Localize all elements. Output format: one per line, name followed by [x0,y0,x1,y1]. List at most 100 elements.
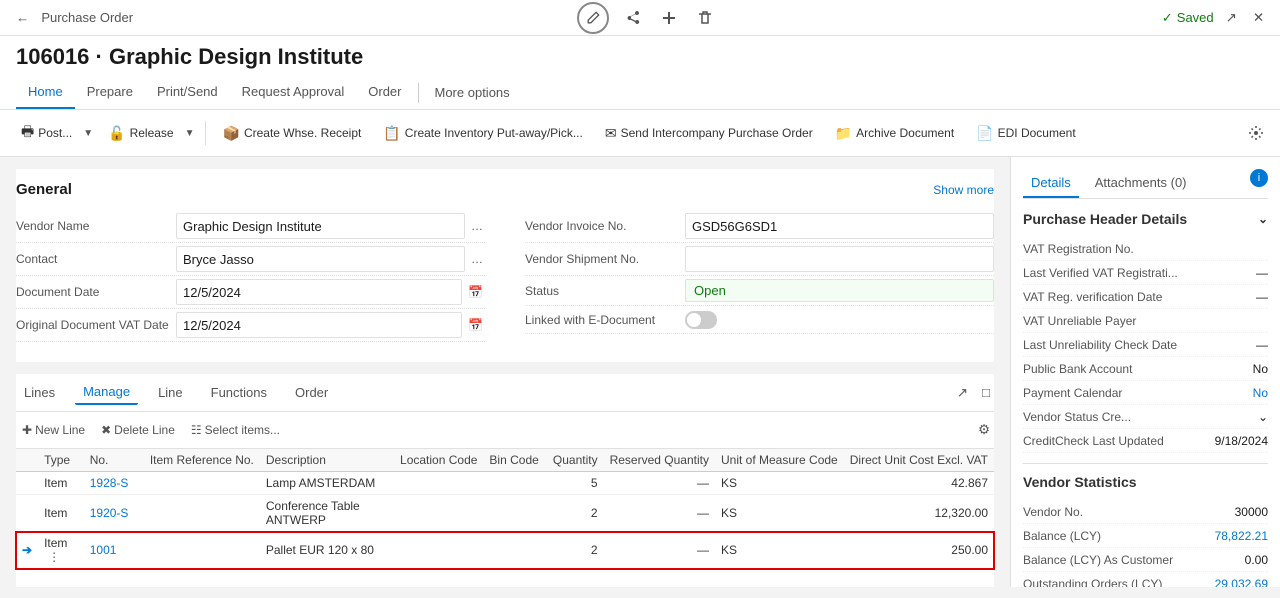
sidebar-value-6[interactable]: No [1253,386,1268,400]
row2-no[interactable]: 1920-S [84,495,144,532]
row3-reserved[interactable]: — [604,532,715,569]
row1-unitcost[interactable]: 42.867 [844,472,994,495]
edi-document-button[interactable]: 📄 EDI Document [967,120,1084,147]
original-doc-date-input[interactable] [176,312,462,338]
select-items-button[interactable]: ☷ Select items... [185,420,286,440]
row2-reserved[interactable]: — [604,495,715,532]
document-date-cal[interactable]: 📅 [466,283,485,301]
table-row: Item 1928-S Lamp AMSTERDAM 5 — KS 42.867 [16,472,994,495]
row1-qty[interactable]: 5 [545,472,604,495]
row3-unitcost[interactable]: 250.00 [844,532,994,569]
tab-manage[interactable]: Manage [75,380,138,405]
row2-unitcost[interactable]: 12,320.00 [844,495,994,532]
tab-moreoptions[interactable]: More options [423,77,522,108]
contact-input[interactable] [176,246,465,272]
share-icon[interactable] [621,6,645,30]
post-caret[interactable]: ▼ [81,124,95,143]
tab-functions[interactable]: Functions [203,381,275,404]
send-intercompany-button[interactable]: ✉ Send Intercompany Purchase Order [596,120,822,147]
tab-printsend[interactable]: Print/Send [145,76,230,109]
delete-icon[interactable] [693,6,717,30]
contact-value: … [176,246,485,272]
row3-no[interactable]: 1001 [84,532,144,569]
sidebar-tab-details[interactable]: Details [1023,169,1079,198]
row2-bin[interactable] [483,495,544,532]
sidebar-label-7: Vendor Status Cre... [1023,410,1131,424]
sidebar-field-2: VAT Reg. verification Date — [1023,285,1268,309]
row1-itemref[interactable] [144,472,260,495]
original-doc-date-cal[interactable]: 📅 [466,316,485,334]
create-inventory-button[interactable]: 📋 Create Inventory Put-away/Pick... [374,120,592,147]
lines-settings-icon[interactable]: ⚙ [974,418,994,442]
tab-line[interactable]: Line [150,381,191,404]
vendor-name-btn[interactable]: … [469,217,485,235]
lines-fullscreen-icon[interactable]: □ [978,381,994,405]
tab-requestapproval[interactable]: Request Approval [230,76,357,109]
tab-prepare[interactable]: Prepare [75,76,145,109]
edit-icon[interactable] [577,2,609,34]
row2-location[interactable] [394,495,483,532]
delete-line-button[interactable]: ✖ Delete Line [95,420,181,440]
table-empty-row-1 [16,569,994,588]
sidebar-value-7[interactable]: ⌄ [1258,410,1268,424]
sidebar-tab-attachments[interactable]: Attachments (0) [1087,169,1195,198]
row2-qty[interactable]: 2 [545,495,604,532]
lines-expand-icon[interactable]: ↗ [953,381,972,405]
tab-lines[interactable]: Lines [16,381,63,404]
release-caret[interactable]: ▼ [183,124,197,143]
linked-edoc-toggle[interactable] [685,311,717,329]
vendor-name-input[interactable] [176,213,465,239]
row2-uom[interactable]: KS [715,495,844,532]
form-left-col: Vendor Name … Contact … [16,210,485,342]
row1-bin[interactable] [483,472,544,495]
row2-arrow [16,495,38,532]
row2-desc[interactable]: Conference Table ANTWERP [260,495,394,532]
release-button[interactable]: 🔓 Release [99,120,182,147]
close-icon[interactable]: ✕ [1249,6,1268,30]
chevron-down-icon[interactable]: ⌄ [1258,212,1268,226]
lines-table: Type No. Item Reference No. Description … [16,448,994,587]
row3-bin[interactable] [483,532,544,569]
back-label: Purchase Order [41,10,133,25]
toolbar-settings-icon[interactable] [1244,121,1268,145]
stat-value-3[interactable]: 29,032.69 [1215,577,1268,588]
form-right-col: Vendor Invoice No. Vendor Shipment No. S… [525,210,994,342]
post-button[interactable]: 🖶 Post... [12,116,81,150]
new-line-button[interactable]: ✚ New Line [16,420,91,440]
document-date-label: Document Date [16,285,176,299]
stat-value-1[interactable]: 78,822.21 [1215,529,1268,543]
row1-uom[interactable]: KS [715,472,844,495]
sidebar-divider [1023,463,1268,464]
tab-order[interactable]: Order [356,76,413,109]
stat-value-2: 0.00 [1245,553,1268,567]
create-whse-receipt-button[interactable]: 📦 Create Whse. Receipt [214,120,371,147]
vendor-shipment-input[interactable] [685,246,994,272]
stat-3: Outstanding Orders (LCY) 29,032.69 [1023,572,1268,587]
row3-qty[interactable]: 2 [545,532,604,569]
vendor-invoice-input[interactable] [685,213,994,239]
lines-actions: ✚ New Line ✖ Delete Line ☷ Select items.… [16,412,994,448]
document-date-input[interactable] [176,279,462,305]
row3-type[interactable]: Item ⋮ [38,532,84,569]
row1-type[interactable]: Item [38,472,84,495]
row1-no[interactable]: 1928-S [84,472,144,495]
row1-reserved[interactable]: — [604,472,715,495]
tab-order-lines[interactable]: Order [287,381,336,404]
expand-icon[interactable]: ↗ [1222,6,1241,30]
row3-menu-icon[interactable]: ⋮ [48,550,60,564]
row3-itemref[interactable] [144,532,260,569]
row3-location[interactable] [394,532,483,569]
tab-home[interactable]: Home [16,76,75,109]
show-more-button[interactable]: Show more [933,183,994,197]
row3-uom[interactable]: KS [715,532,844,569]
row2-type[interactable]: Item [38,495,84,532]
row2-itemref[interactable] [144,495,260,532]
info-icon[interactable]: i [1250,169,1268,187]
back-button[interactable]: ← [12,6,33,29]
contact-btn[interactable]: … [469,250,485,268]
row1-desc[interactable]: Lamp AMSTERDAM [260,472,394,495]
row3-desc[interactable]: Pallet EUR 120 x 80 [260,532,394,569]
row1-location[interactable] [394,472,483,495]
add-icon[interactable] [657,6,681,30]
archive-document-button[interactable]: 📁 Archive Document [826,120,963,147]
